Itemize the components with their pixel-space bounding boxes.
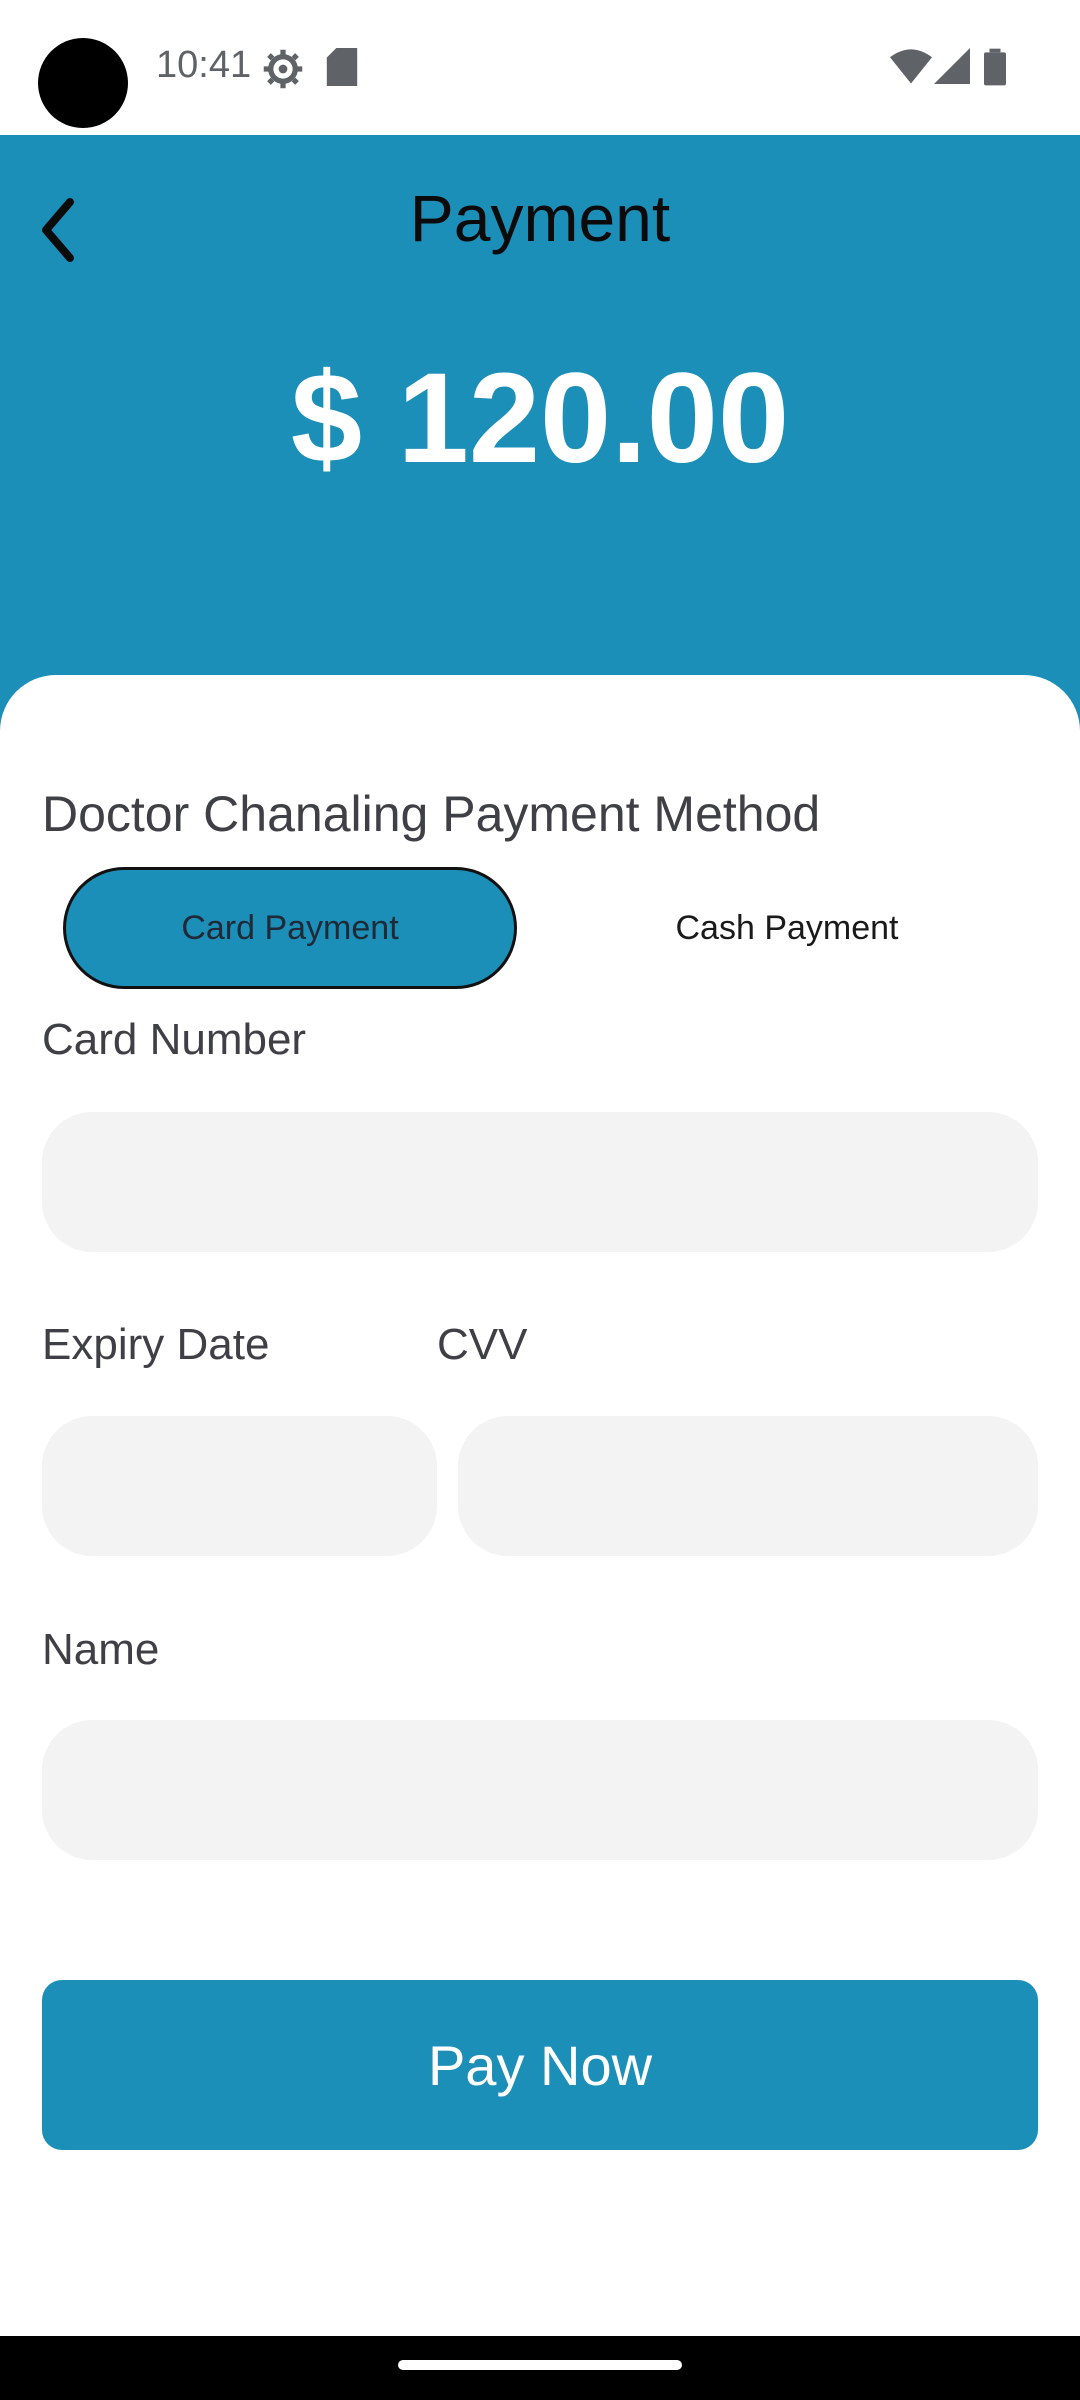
battery-icon	[984, 48, 1006, 91]
card-payment-label: Card Payment	[181, 908, 399, 947]
gear-icon	[262, 48, 304, 95]
card-number-label: Card Number	[42, 1015, 307, 1064]
card-number-input[interactable]	[42, 1112, 1038, 1252]
camera-cutout	[38, 38, 128, 128]
cvv-label: CVV	[437, 1320, 528, 1369]
name-label: Name	[42, 1625, 160, 1674]
cash-payment-label: Cash Payment	[675, 908, 899, 947]
pay-now-label: Pay Now	[427, 2033, 653, 2097]
wifi-icon	[890, 48, 932, 89]
status-bar: 10:41	[0, 0, 1080, 135]
signal-icon	[934, 48, 970, 89]
cash-payment-toggle[interactable]: Cash Payment	[560, 867, 1014, 989]
payment-amount: $ 120.00	[290, 347, 790, 490]
chevron-left-icon	[30, 198, 90, 274]
expiry-date-input[interactable]	[42, 1416, 437, 1556]
page-title: Payment	[409, 181, 671, 255]
status-time: 10:41	[156, 44, 252, 86]
sd-card-icon	[326, 48, 358, 91]
expiry-date-label: Expiry Date	[42, 1320, 270, 1369]
name-input[interactable]	[42, 1720, 1038, 1860]
cvv-input[interactable]	[458, 1416, 1038, 1556]
payment-form-sheet: Doctor Chanaling Payment Method Card Pay…	[0, 675, 1080, 2335]
system-nav-bar	[0, 2336, 1080, 2400]
payment-method-title: Doctor Chanaling Payment Method	[42, 786, 821, 842]
card-payment-toggle[interactable]: Card Payment	[63, 867, 517, 989]
pay-now-button[interactable]: Pay Now	[42, 1980, 1038, 2150]
home-indicator[interactable]	[398, 2360, 682, 2370]
